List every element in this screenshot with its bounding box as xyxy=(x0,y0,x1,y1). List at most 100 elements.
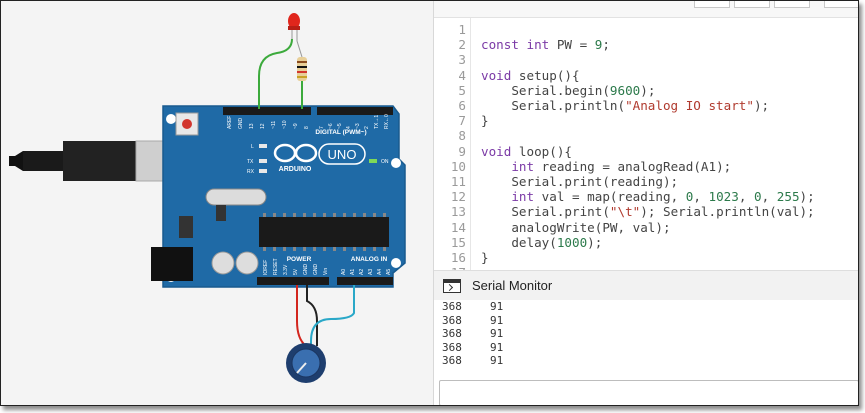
code-token: ); xyxy=(640,82,656,98)
pin-label-top: ~11 xyxy=(271,121,277,129)
pin-label-top: RX←0 xyxy=(384,114,390,129)
line-number: 13 xyxy=(450,204,466,220)
toolbar-button[interactable] xyxy=(734,1,770,8)
code-line[interactable]: 8 xyxy=(434,128,858,143)
toolbar-button[interactable] xyxy=(774,1,810,8)
code-line[interactable]: 1 xyxy=(434,22,858,37)
code-line[interactable]: 3 xyxy=(434,52,858,68)
code-token: int xyxy=(511,158,535,174)
pin-label-top: AREF xyxy=(227,116,233,129)
code-token: reading = analogRead(A1); xyxy=(534,158,732,174)
code-text: int reading = analogRead(A1); xyxy=(481,159,731,174)
code-line[interactable]: 15 delay(1000); xyxy=(434,234,858,250)
code-text: analogWrite(PW, val); xyxy=(481,219,671,235)
code-line[interactable]: 10 int reading = analogRead(A1); xyxy=(434,158,858,174)
resistor-component[interactable] xyxy=(296,40,307,109)
pin-label-power: GND xyxy=(303,264,309,276)
l-label: L xyxy=(251,144,254,150)
code-line[interactable]: 13 Serial.print("\t"); Serial.println(va… xyxy=(434,204,858,220)
line-number: 14 xyxy=(450,219,466,235)
pin-label-power: RESET xyxy=(273,258,279,275)
pin-label-top: ~10 xyxy=(282,120,288,129)
serial-monitor-header[interactable]: Serial Monitor xyxy=(434,270,858,301)
serial-value-mapped: 91 xyxy=(490,327,504,340)
line-number: 10 xyxy=(450,158,466,174)
code-text: const int PW = 9; xyxy=(481,37,610,52)
code-token: "Analog IO start" xyxy=(625,98,754,113)
code-text: void setup(){ xyxy=(481,68,580,83)
code-line[interactable]: 4 void setup(){ xyxy=(434,67,858,83)
circuit-canvas[interactable]: UNO ARDUINO DIGITAL (PWM~) POWER ANALOG … xyxy=(1,1,433,405)
code-token: PW = xyxy=(549,37,595,53)
pin-label-top: 8 xyxy=(304,126,310,129)
serial-value-reading: 368 xyxy=(442,300,462,313)
code-line[interactable]: 16} xyxy=(434,250,858,265)
serial-monitor-input[interactable] xyxy=(439,380,858,405)
code-line[interactable]: 12 int val = map(reading, 0, 1023, 0, 25… xyxy=(434,189,858,205)
pin-label-top: ~9 xyxy=(293,123,299,129)
code-token: analogWrite(PW, val); xyxy=(481,219,671,235)
code-token: , xyxy=(761,189,777,205)
digital-label: DIGITAL (PWM~) xyxy=(315,129,366,136)
code-text: Serial.print("\t"); Serial.println(val); xyxy=(481,204,814,220)
pin-label-top: ~3 xyxy=(355,123,361,129)
board-logo-text: UNO xyxy=(328,147,357,162)
code-token: ); xyxy=(587,234,603,250)
code-line[interactable]: 11 Serial.print(reading); xyxy=(434,174,858,189)
tx-label: TX xyxy=(247,159,254,165)
code-text: void loop(){ xyxy=(481,144,572,159)
line-number: 4 xyxy=(458,67,466,83)
serial-value-mapped: 91 xyxy=(490,300,504,313)
line-number: 11 xyxy=(450,174,466,189)
serial-value-mapped: 91 xyxy=(490,313,504,327)
pin-label-top: ~5 xyxy=(337,123,343,129)
code-line[interactable]: 7} xyxy=(434,113,858,128)
code-token: 9600 xyxy=(609,82,641,98)
pin-label-analog: A1 xyxy=(350,269,356,275)
code-line[interactable]: 2 const int PW = 9; xyxy=(434,37,858,53)
serial-value-reading: 368 xyxy=(442,313,462,327)
serial-monitor-title: Serial Monitor xyxy=(472,278,553,293)
code-token: delay( xyxy=(481,234,557,250)
code-line[interactable]: 14 analogWrite(PW, val); xyxy=(434,219,858,235)
code-line[interactable]: 6 Serial.println("Analog IO start"); xyxy=(434,98,858,113)
code-editor[interactable]: 1 2 const int PW = 9; 3 4 void setup(){5 Seri… xyxy=(434,18,858,270)
line-number: 2 xyxy=(458,37,466,53)
code-text: Serial.begin(9600); xyxy=(481,83,655,98)
wire-red[interactable] xyxy=(296,285,307,347)
pin-label-top: 12 xyxy=(260,123,266,129)
circuit-drawing: UNO ARDUINO DIGITAL (PWM~) POWER ANALOG … xyxy=(9,13,406,383)
wire-green[interactable] xyxy=(258,38,293,109)
pin-label-analog: A2 xyxy=(359,269,365,275)
code-token: Serial.begin( xyxy=(481,82,610,98)
led-component[interactable] xyxy=(288,13,300,41)
potentiometer-component[interactable] xyxy=(286,343,326,383)
pin-label-analog: A0 xyxy=(341,269,347,275)
line-number: 15 xyxy=(450,234,466,250)
serial-monitor-output[interactable]: 368 91 368 91 368 91 368 91 368 91 xyxy=(434,300,858,376)
analog-label: ANALOG IN xyxy=(351,256,388,263)
app-window: UNO ARDUINO DIGITAL (PWM~) POWER ANALOG … xyxy=(0,0,859,406)
toolbar-button[interactable] xyxy=(694,1,730,8)
serial-value-reading: 368 xyxy=(442,354,462,367)
code-token: 0 xyxy=(754,189,762,205)
code-token: Serial.print( xyxy=(481,204,610,220)
toolbar-button[interactable] xyxy=(824,1,858,8)
power-label: POWER xyxy=(287,256,312,263)
code-line[interactable]: 9 void loop(){ xyxy=(434,144,858,159)
code-token: ); xyxy=(753,98,770,113)
line-number: 3 xyxy=(458,52,466,68)
code-token: Serial.print(reading); xyxy=(481,174,679,189)
pin-label-top: 2 xyxy=(364,126,370,129)
code-token: void xyxy=(481,143,512,159)
pin-label-power: 3.3V xyxy=(283,264,289,275)
serial-output-row: 368 91 xyxy=(442,314,503,328)
pin-label-power: 5V xyxy=(293,268,299,275)
pin-label-top: ~6 xyxy=(328,123,334,129)
code-token: } xyxy=(481,250,489,265)
code-line[interactable]: 5 Serial.begin(9600); xyxy=(434,83,858,98)
code-text: } xyxy=(481,250,489,265)
code-token: int xyxy=(511,189,535,205)
